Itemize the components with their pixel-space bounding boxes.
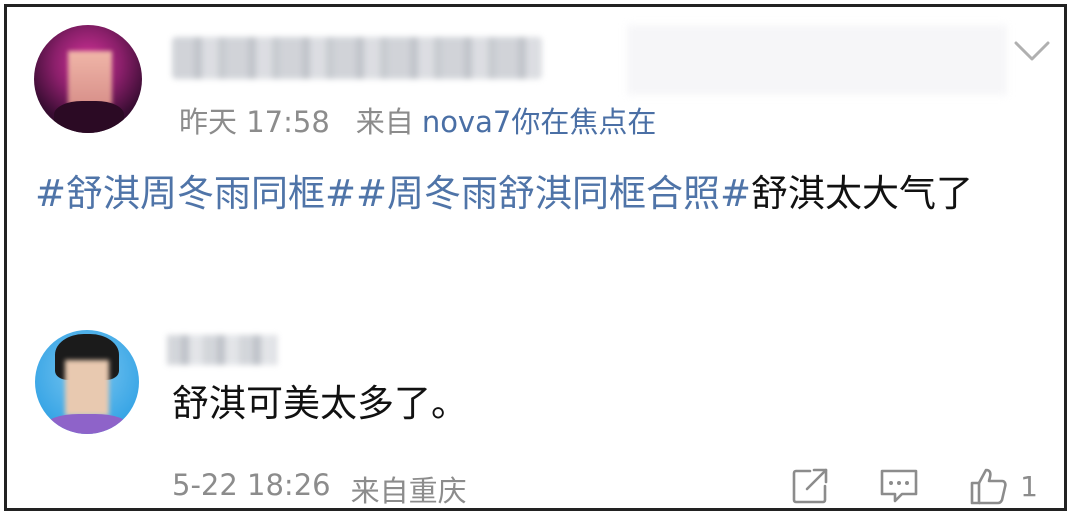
comment-meta: 5-22 18:26 来自重庆 (172, 468, 467, 510)
like-icon (970, 468, 1007, 505)
avatar-face-blur (68, 51, 112, 105)
comment-text: 舒淇可美太多了。 (172, 382, 468, 425)
avatar-face-blur (65, 360, 109, 416)
post-meta: 昨天 17:58 来自 nova7你在焦点在 (179, 99, 656, 141)
chevron-down-icon[interactable] (1012, 37, 1052, 65)
comment-button[interactable] (878, 466, 920, 506)
repost-button[interactable] (790, 466, 830, 506)
like-count: 1 (1020, 469, 1038, 503)
post: 昨天 17:58 来自 nova7你在焦点在 #舒淇周冬雨同框##周冬雨舒淇同框… (7, 7, 1064, 307)
comment-icon (880, 469, 918, 503)
like-button[interactable]: 1 (968, 465, 1038, 507)
poster-avatar[interactable] (34, 25, 142, 133)
post-device-link[interactable]: nova7你在焦点在 (422, 99, 657, 141)
comment-actions: 1 (742, 465, 1038, 507)
repost-icon (792, 468, 828, 504)
post-time: 昨天 17:58 (179, 105, 330, 139)
comment-item: 舒淇可美太多了。 5-22 18:26 来自重庆 1 (7, 317, 1064, 517)
comment-location: 来自重庆 (350, 474, 467, 508)
avatar-shirt (45, 414, 129, 434)
comment-time: 5-22 18:26 (172, 468, 331, 502)
post-text: 舒淇太大气了 (751, 172, 974, 215)
poster-name-blurred[interactable] (172, 37, 542, 79)
post-from-label: 来自 (355, 105, 414, 139)
blurred-area (627, 25, 1007, 95)
hashtag-link[interactable]: #舒淇周冬雨同框# (35, 172, 356, 215)
weibo-screenshot-frame: 昨天 17:58 来自 nova7你在焦点在 #舒淇周冬雨同框##周冬雨舒淇同框… (4, 4, 1067, 511)
hashtag-link[interactable]: #周冬雨舒淇同框合照# (356, 172, 751, 215)
commenter-avatar[interactable] (35, 330, 139, 434)
avatar-body (54, 101, 124, 133)
commenter-name-blurred[interactable] (167, 335, 277, 365)
post-content: #舒淇周冬雨同框##周冬雨舒淇同框合照#舒淇太大气了 (35, 165, 1035, 223)
